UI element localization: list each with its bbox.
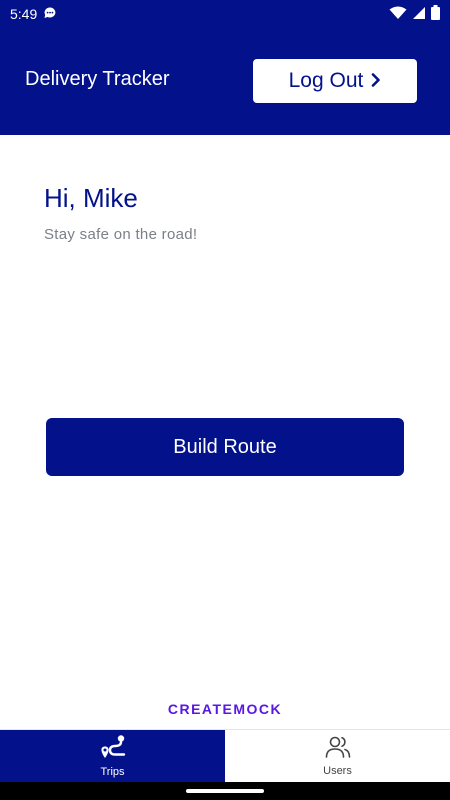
logout-label: Log Out <box>288 69 364 92</box>
nav-label-trips: Trips <box>100 766 125 778</box>
status-right <box>389 5 440 23</box>
chat-bubble-icon <box>43 6 57 23</box>
nav-item-trips[interactable]: Trips <box>0 730 225 782</box>
nav-item-users[interactable]: Users <box>225 730 450 782</box>
app-title: Delivery Tracker <box>25 68 170 90</box>
logout-button[interactable]: Log Out <box>253 59 417 103</box>
status-bar: 5:49 <box>0 0 450 28</box>
app-header: Delivery Tracker Log Out <box>0 28 450 135</box>
gesture-handle[interactable] <box>186 789 264 793</box>
greeting-text: Hi, Mike <box>44 183 138 213</box>
build-route-label: Build Route <box>173 435 277 458</box>
bottom-nav: Trips Users <box>0 729 450 782</box>
nav-label-users: Users <box>323 765 352 777</box>
chevron-right-icon <box>371 69 381 93</box>
status-left: 5:49 <box>10 6 57 23</box>
signal-icon <box>412 6 426 23</box>
build-route-button[interactable]: Build Route <box>46 418 404 476</box>
status-time: 5:49 <box>10 6 38 22</box>
gesture-bar <box>0 782 450 800</box>
wifi-icon <box>389 6 407 23</box>
users-icon <box>324 735 352 762</box>
greeting-subtext: Stay safe on the road! <box>44 226 198 243</box>
watermark-text: CREATEMOCK <box>167 701 283 717</box>
battery-icon <box>431 5 440 23</box>
route-icon <box>99 734 127 763</box>
